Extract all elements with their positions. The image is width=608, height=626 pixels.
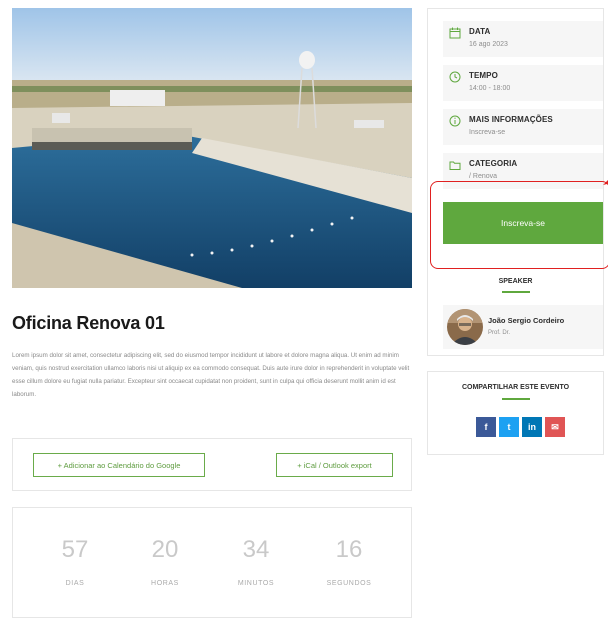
countdown-days: 57 DIAS bbox=[30, 536, 120, 587]
event-description: Lorem ipsum dolor sit amet, consectetur … bbox=[12, 352, 410, 398]
countdown-value: 34 bbox=[242, 536, 270, 563]
event-details-sidebar: DATA 16 ago 2023 TEMPO 14:00 - 18:00 MAI… bbox=[427, 8, 608, 356]
speaker-name[interactable]: João Sergio Cordeiro bbox=[488, 316, 564, 325]
arrow-icon bbox=[603, 180, 608, 185]
email-icon[interactable]: ✉ bbox=[545, 417, 565, 437]
event-countdown: 57 DIAS 20 HORAS 34 MINUTOS 16 SEGUNDOS bbox=[12, 507, 412, 618]
event-hero-image bbox=[12, 8, 412, 288]
add-google-calendar-button[interactable]: + Adicionar ao Calendário do Google bbox=[33, 453, 205, 477]
countdown-value: 57 bbox=[61, 536, 89, 563]
countdown-seconds: 16 SEGUNDOS bbox=[304, 536, 394, 587]
share-buttons: f t in ✉ bbox=[476, 417, 565, 437]
speaker-heading: SPEAKER bbox=[498, 278, 533, 285]
info-item-more-info: MAIS INFORMAÇÕES Inscreva-se bbox=[443, 109, 603, 145]
twitter-icon[interactable]: t bbox=[499, 417, 519, 437]
ical-outlook-export-button[interactable]: + iCal / Outlook export bbox=[276, 453, 393, 477]
countdown-value: 20 bbox=[151, 536, 179, 563]
calendar-icon bbox=[449, 27, 461, 39]
speaker-card[interactable]: João Sergio Cordeiro Prof. Dr. bbox=[443, 305, 603, 349]
info-value[interactable]: / Renova bbox=[469, 173, 497, 180]
info-item-date: DATA 16 ago 2023 bbox=[443, 21, 603, 57]
countdown-label: HORAS bbox=[151, 580, 179, 587]
countdown-value: 16 bbox=[335, 536, 363, 563]
heading-underline bbox=[502, 291, 530, 293]
clock-icon bbox=[449, 71, 461, 83]
avatar bbox=[447, 309, 483, 345]
info-title: TEMPO bbox=[469, 71, 498, 80]
info-value: 14:00 - 18:00 bbox=[469, 85, 511, 92]
info-item-category: CATEGORIA / Renova bbox=[443, 153, 603, 189]
share-heading: COMPARTILHAR ESTE EVENTO bbox=[461, 384, 570, 391]
heading-underline bbox=[502, 398, 530, 400]
info-title: MAIS INFORMAÇÕES bbox=[469, 115, 553, 124]
linkedin-icon[interactable]: in bbox=[522, 417, 542, 437]
countdown-hours: 20 HORAS bbox=[120, 536, 210, 587]
info-icon bbox=[449, 115, 461, 127]
info-title: DATA bbox=[469, 27, 491, 36]
folder-icon bbox=[449, 161, 461, 170]
info-value[interactable]: Inscreva-se bbox=[469, 129, 505, 136]
info-value: 16 ago 2023 bbox=[469, 41, 508, 48]
event-title: Oficina Renova 01 bbox=[12, 313, 165, 333]
info-title: CATEGORIA bbox=[469, 159, 518, 168]
countdown-minutes: 34 MINUTOS bbox=[211, 536, 301, 587]
facebook-icon[interactable]: f bbox=[476, 417, 496, 437]
countdown-label: SEGUNDOS bbox=[326, 580, 372, 587]
register-button[interactable]: Inscreva-se bbox=[443, 202, 603, 244]
calendar-export-box: + Adicionar ao Calendário do Google + iC… bbox=[12, 438, 412, 491]
countdown-label: DIAS bbox=[65, 580, 85, 587]
countdown-label: MINUTOS bbox=[237, 580, 275, 587]
share-event-box: COMPARTILHAR ESTE EVENTO f t in ✉ bbox=[427, 371, 604, 455]
speaker-role: Prof. Dr. bbox=[488, 330, 511, 336]
info-item-time: TEMPO 14:00 - 18:00 bbox=[443, 65, 603, 101]
